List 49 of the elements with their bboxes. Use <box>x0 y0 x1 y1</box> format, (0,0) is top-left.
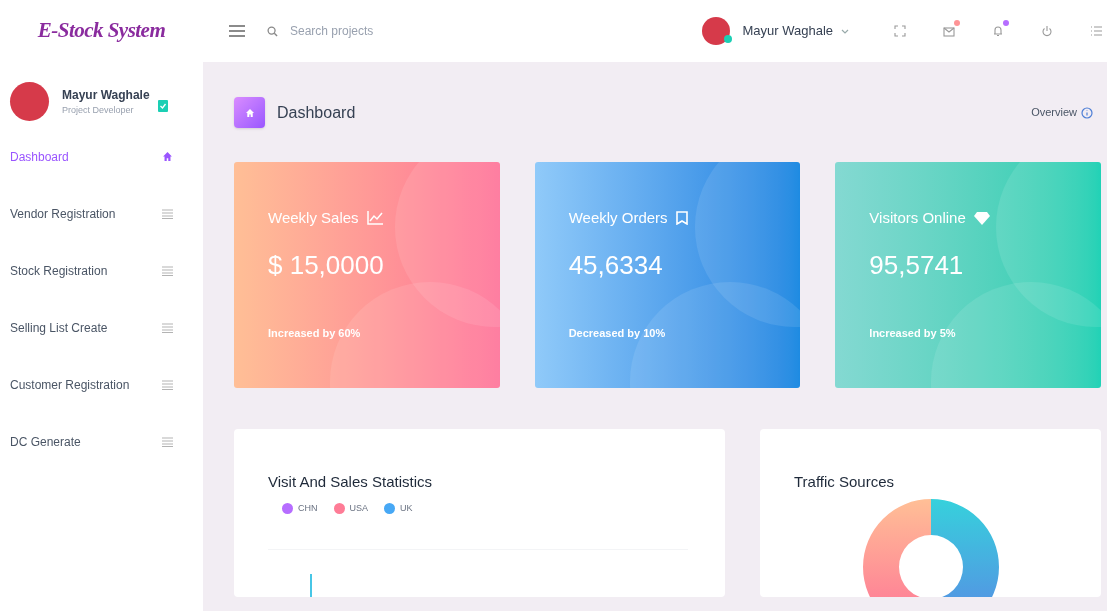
bookmark-icon <box>675 211 688 226</box>
profile-role: Project Developer <box>62 103 135 117</box>
sidebar-item[interactable]: Dashboard <box>0 144 203 169</box>
sidebar-item[interactable]: Selling List Create <box>0 315 203 340</box>
brand-logo[interactable]: E-Stock System <box>37 15 166 47</box>
user-menu[interactable]: Mayur Waghale <box>702 17 849 45</box>
list-icon <box>1090 25 1102 37</box>
caret-icon <box>841 28 849 34</box>
stat-value: $ 15,0000 <box>268 248 384 282</box>
bell-icon <box>992 25 1004 37</box>
sidebar-item[interactable]: Vendor Registration <box>0 201 203 226</box>
profile-name: Mayur Waghale <box>62 86 150 104</box>
menu-icon <box>162 208 173 219</box>
menu-icon <box>162 436 173 447</box>
card-title: Visit And Sales Statistics <box>268 472 433 492</box>
stat-note: Increased by 60% <box>268 325 361 341</box>
legend-label: CHN <box>298 501 318 515</box>
search-icon <box>267 25 278 37</box>
menu-icon <box>162 322 173 333</box>
avatar <box>702 17 731 45</box>
stat-value: 95,5741 <box>869 248 964 282</box>
stat-title: Visitors Online <box>869 208 966 228</box>
home-icon <box>244 107 255 118</box>
home-icon <box>162 151 173 162</box>
card-title: Traffic Sources <box>794 472 896 492</box>
power-icon <box>1041 25 1053 37</box>
page-title: Dashboard <box>277 102 356 123</box>
sidebar-item[interactable]: Stock Registration <box>0 258 203 283</box>
legend-label: USA <box>349 501 368 515</box>
search-field[interactable]: Search projects <box>290 22 540 40</box>
diamond-icon <box>973 211 990 226</box>
menu-icon <box>162 265 173 276</box>
stat-title: Weekly Sales <box>268 208 359 228</box>
info-icon <box>1081 106 1093 119</box>
menu-icon <box>162 379 173 390</box>
chart-line-icon <box>366 211 383 226</box>
legend-label: UK <box>400 501 413 515</box>
sidebar-item[interactable]: Customer Registration <box>0 372 203 397</box>
stat-title: Weekly Orders <box>568 208 668 228</box>
mail-icon <box>943 25 955 37</box>
avatar <box>10 82 49 121</box>
stat-note: Increased by 5% <box>869 325 956 341</box>
stat-value: 45,6334 <box>568 248 663 282</box>
menu-icon <box>229 25 245 37</box>
sidebar-item[interactable]: DC Generate <box>0 429 203 454</box>
user-name: Mayur Waghale <box>742 22 833 41</box>
fullscreen-icon <box>894 25 906 37</box>
stat-note: Decreased by 10% <box>568 325 666 341</box>
overview-link[interactable]: Overview <box>1031 104 1093 121</box>
